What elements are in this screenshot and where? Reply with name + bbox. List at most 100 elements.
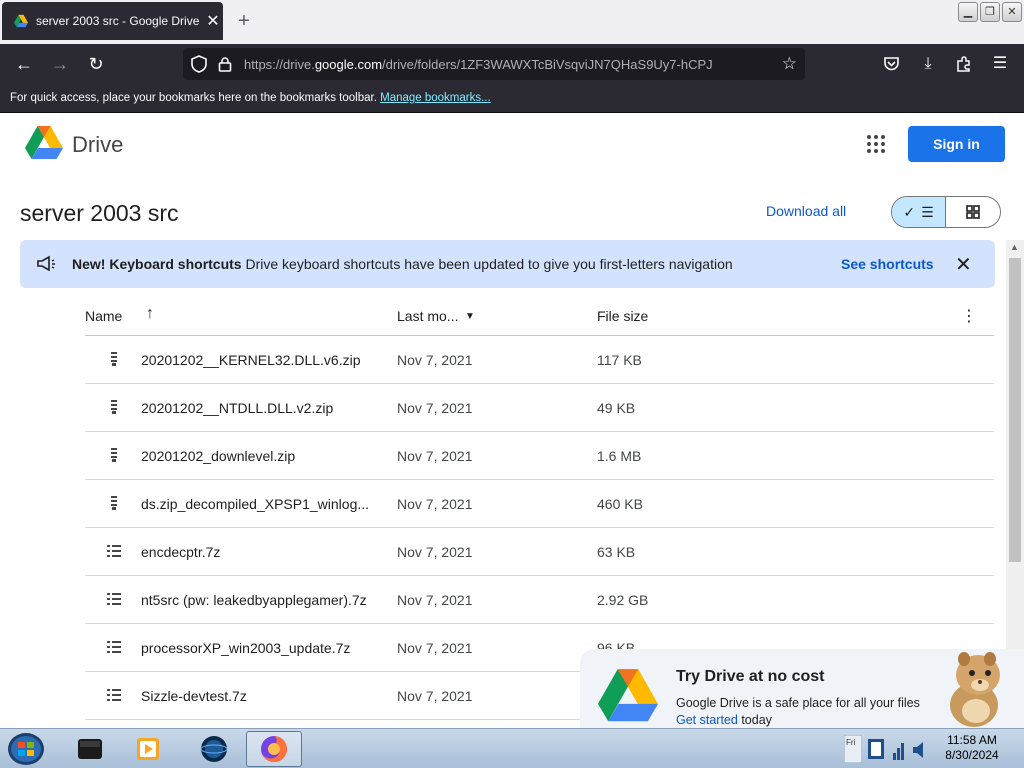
bookmarks-toolbar: For quick access, place your bookmarks h… bbox=[0, 84, 1024, 113]
pocket-icon[interactable] bbox=[883, 56, 900, 72]
grid-view-button[interactable] bbox=[946, 197, 1000, 227]
archive-list-icon bbox=[107, 689, 121, 701]
banner-title: New! Keyboard shortcuts bbox=[72, 256, 242, 272]
extensions-icon[interactable] bbox=[956, 56, 972, 72]
zip-icon bbox=[111, 496, 117, 510]
file-name[interactable]: 20201202__NTDLL.DLL.v2.zip bbox=[141, 400, 333, 416]
list-icon: ☰ bbox=[921, 203, 934, 220]
file-modified: Nov 7, 2021 bbox=[397, 592, 473, 608]
table-row[interactable]: ds.zip_decompiled_XPSP1_winlog... Nov 7, … bbox=[85, 480, 994, 528]
file-size: 1.6 MB bbox=[597, 448, 642, 464]
file-name[interactable]: Sizzle-devtest.7z bbox=[141, 688, 247, 704]
tab-title: server 2003 src - Google Drive bbox=[36, 14, 200, 28]
file-modified: Nov 7, 2021 bbox=[397, 640, 473, 656]
clock-date: 8/30/2024 bbox=[945, 748, 999, 762]
file-modified: Nov 7, 2021 bbox=[397, 544, 473, 560]
taskbar-app-icon[interactable] bbox=[62, 731, 118, 767]
archive-list-icon bbox=[107, 593, 121, 605]
list-view-button[interactable]: ✓ ☰ bbox=[892, 197, 947, 227]
file-name[interactable]: ds.zip_decompiled_XPSP1_winlog... bbox=[141, 496, 369, 512]
shield-icon[interactable] bbox=[191, 55, 207, 73]
downloads-icon[interactable]: ⤓ bbox=[916, 52, 940, 76]
file-modified: Nov 7, 2021 bbox=[397, 400, 473, 416]
tab-close-icon[interactable]: ✕ bbox=[203, 11, 223, 31]
drive-favicon-icon bbox=[14, 14, 28, 28]
get-started-link[interactable]: Get started bbox=[676, 713, 738, 727]
table-row[interactable]: encdecptr.7z Nov 7, 2021 63 KB bbox=[85, 528, 994, 576]
close-window-button[interactable]: ✕ bbox=[1002, 2, 1022, 22]
table-row[interactable]: 20201202__NTDLL.DLL.v2.zip Nov 7, 2021 49 … bbox=[85, 384, 994, 432]
file-size: 460 KB bbox=[597, 496, 643, 512]
promo-description: Google Drive is a safe place for all you… bbox=[676, 696, 920, 710]
keyboard-shortcuts-banner: New! Keyboard shortcuts Drive keyboard s… bbox=[20, 240, 995, 288]
browser-tab-active[interactable]: server 2003 src - Google Drive ✕ bbox=[2, 2, 223, 40]
new-tab-icon[interactable]: + bbox=[232, 10, 256, 33]
zip-icon bbox=[111, 448, 117, 462]
sign-in-button[interactable]: Sign in bbox=[908, 126, 1005, 162]
more-options-icon[interactable]: ⋮ bbox=[961, 306, 977, 326]
scroll-up-icon[interactable]: ▲ bbox=[1010, 242, 1019, 252]
sort-arrow-up-icon[interactable]: ↑ bbox=[146, 305, 154, 323]
url-bar[interactable]: https://drive.google.com/drive/folders/1… bbox=[183, 48, 805, 80]
name-column-header[interactable]: Name bbox=[85, 308, 122, 324]
menu-icon[interactable]: ☰ bbox=[988, 52, 1012, 76]
file-name[interactable]: 20201202__KERNEL32.DLL.v6.zip bbox=[141, 352, 361, 368]
file-size: 117 KB bbox=[597, 352, 642, 368]
scrollbar-thumb[interactable] bbox=[1009, 258, 1021, 562]
manage-bookmarks-link[interactable]: Manage bookmarks... bbox=[380, 92, 491, 104]
taskbar-clock[interactable]: 11:58 AM 8/30/2024 bbox=[930, 733, 1014, 763]
flag-icon[interactable] bbox=[866, 737, 888, 761]
table-row[interactable]: nt5src (pw: leakedbyapplegamer).7z Nov 7,… bbox=[85, 576, 994, 624]
bookmark-star-icon[interactable]: ☆ bbox=[782, 54, 797, 74]
archive-list-icon bbox=[107, 641, 121, 653]
drive-app-name[interactable]: Drive bbox=[72, 132, 123, 158]
table-header: Name ↑ Last mo... ▼ File size ⋮ bbox=[85, 296, 994, 336]
network-icon[interactable] bbox=[892, 739, 906, 761]
see-shortcuts-button[interactable]: See shortcuts bbox=[841, 256, 934, 272]
drive-logo-icon bbox=[598, 669, 658, 722]
sort-dropdown-icon[interactable]: ▼ bbox=[465, 311, 475, 322]
modified-column-header[interactable]: Last mo... bbox=[397, 308, 458, 324]
promo-cta: Get started today bbox=[676, 713, 772, 727]
zip-icon bbox=[111, 352, 117, 366]
url-text[interactable]: https://drive.google.com/drive/folders/1… bbox=[244, 57, 744, 72]
maximize-button[interactable]: ❐ bbox=[980, 2, 1000, 22]
volume-icon[interactable] bbox=[912, 739, 926, 761]
file-size: 2.92 GB bbox=[597, 592, 649, 608]
file-size: 49 KB bbox=[597, 400, 636, 416]
lock-icon[interactable] bbox=[218, 56, 232, 72]
drive-logo-icon[interactable] bbox=[25, 126, 63, 160]
hamster-sticker-icon bbox=[950, 652, 1000, 727]
window-controls: ▁ ❐ ✕ bbox=[958, 2, 1022, 22]
firefox-taskbar-icon[interactable] bbox=[246, 731, 302, 767]
folder-title: server 2003 src bbox=[20, 200, 179, 226]
google-apps-icon[interactable] bbox=[866, 134, 886, 154]
download-all-button[interactable]: Download all bbox=[766, 203, 846, 219]
reload-icon[interactable]: ↻ bbox=[84, 52, 108, 76]
check-icon: ✓ bbox=[903, 203, 916, 220]
zip-icon bbox=[111, 400, 117, 414]
windows-taskbar: Fri 11:58 AM 8/30/2024 bbox=[0, 728, 1024, 768]
file-name[interactable]: processorXP_win2003_update.7z bbox=[141, 640, 350, 656]
svg-text:Fri: Fri bbox=[846, 738, 856, 747]
file-name[interactable]: encdecptr.7z bbox=[141, 544, 220, 560]
file-size: 63 KB bbox=[597, 544, 636, 560]
forward-icon[interactable]: → bbox=[48, 52, 72, 76]
minimize-button[interactable]: ▁ bbox=[958, 2, 978, 22]
globe-app-icon[interactable] bbox=[186, 731, 242, 767]
table-row[interactable]: 20201202__KERNEL32.DLL.v6.zip Nov 7, 2021… bbox=[85, 336, 994, 384]
banner-text: Drive keyboard shortcuts have been updat… bbox=[245, 256, 733, 272]
browser-tab-strip: server 2003 src - Google Drive ✕ + ▁ ❐ ✕ bbox=[0, 0, 1024, 44]
back-icon[interactable]: ← bbox=[12, 52, 36, 76]
view-toggle: ✓ ☰ bbox=[891, 196, 1001, 228]
table-row[interactable]: 20201202_downlevel.zip Nov 7, 2021 1.6 MB bbox=[85, 432, 994, 480]
start-button-icon[interactable] bbox=[4, 731, 54, 767]
banner-close-icon[interactable]: ✕ bbox=[955, 252, 972, 277]
file-name[interactable]: 20201202_downlevel.zip bbox=[141, 448, 295, 464]
archive-list-icon bbox=[107, 545, 121, 557]
notification-icon[interactable]: Fri bbox=[844, 735, 862, 763]
size-column-header: File size bbox=[597, 308, 649, 324]
media-player-icon[interactable] bbox=[120, 731, 176, 767]
grid-icon bbox=[966, 205, 980, 219]
file-name[interactable]: nt5src (pw: leakedbyapplegamer).7z bbox=[141, 592, 367, 608]
